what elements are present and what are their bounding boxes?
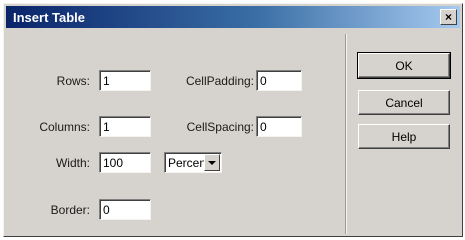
insert-table-dialog: Insert Table × Rows: Columns: Width: Bor… <box>3 3 463 237</box>
close-icon: × <box>444 10 452 24</box>
border-label: Border: <box>50 203 90 217</box>
vertical-divider <box>345 34 347 234</box>
title-bar[interactable]: Insert Table × <box>6 6 460 28</box>
cell-padding-field[interactable] <box>256 70 302 91</box>
chevron-down-icon <box>208 160 216 165</box>
cell-spacing-label: CellSpacing: <box>186 120 254 134</box>
columns-field[interactable] <box>99 116 151 137</box>
dialog-title: Insert Table <box>13 9 86 25</box>
columns-label: Columns: <box>39 120 90 134</box>
dropdown-arrow-button[interactable] <box>204 154 220 171</box>
cell-spacing-field[interactable] <box>256 116 302 137</box>
help-button[interactable]: Help <box>358 124 450 149</box>
rows-label: Rows: <box>56 74 90 88</box>
cell-padding-label: CellPadding: <box>185 74 254 88</box>
width-field[interactable] <box>99 152 151 173</box>
cancel-button[interactable]: Cancel <box>358 90 450 115</box>
width-unit-select[interactable]: Percent <box>164 152 222 173</box>
border-field[interactable] <box>99 199 151 220</box>
ok-button[interactable]: OK <box>357 52 451 79</box>
width-label: Width: <box>55 156 90 170</box>
close-button[interactable]: × <box>440 9 457 25</box>
rows-field[interactable] <box>99 70 151 91</box>
